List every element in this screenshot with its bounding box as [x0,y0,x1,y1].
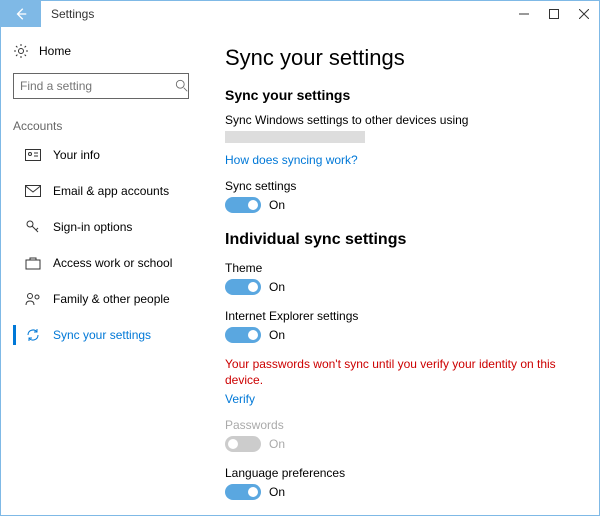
maximize-icon [549,9,559,19]
maximize-button[interactable] [539,1,569,27]
passwords-label: Passwords [225,418,575,432]
toggle-state: On [269,328,285,342]
sidebar-item-label: Sync your settings [53,328,151,342]
mail-icon [25,183,41,199]
key-icon [25,219,41,235]
sidebar-item-sync[interactable]: Sync your settings [1,317,201,353]
settings-window: Settings Home Accounts Your info [0,0,600,516]
sidebar-item-label: Access work or school [53,256,172,270]
section-heading: Sync your settings [225,87,575,103]
people-icon [25,291,41,307]
home-button[interactable]: Home [1,37,201,65]
gear-icon [13,43,29,59]
sidebar-item-your-info[interactable]: Your info [1,137,201,173]
sync-settings-toggle[interactable] [225,197,261,213]
category-label: Accounts [1,107,201,137]
search-icon [175,78,189,94]
sidebar-item-label: Your info [53,148,100,162]
sidebar-item-label: Family & other people [53,292,170,306]
arrow-left-icon [14,7,28,21]
language-label: Language preferences [225,466,575,480]
toggle-state: On [269,485,285,499]
titlebar: Settings [1,1,599,27]
toggle-state: On [269,280,285,294]
theme-toggle[interactable] [225,279,261,295]
toggle-state: On [269,437,285,451]
sidebar-item-family[interactable]: Family & other people [1,281,201,317]
help-link[interactable]: How does syncing work? [225,153,358,167]
close-button[interactable] [569,1,599,27]
passwords-toggle [225,436,261,452]
verify-link[interactable]: Verify [225,392,255,406]
language-toggle[interactable] [225,484,261,500]
sidebar-item-signin[interactable]: Sign-in options [1,209,201,245]
sidebar-item-work[interactable]: Access work or school [1,245,201,281]
theme-label: Theme [225,261,575,275]
individual-heading: Individual sync settings [225,231,575,249]
briefcase-icon [25,255,41,271]
toggle-state: On [269,198,285,212]
sidebar-item-label: Email & app accounts [53,184,169,198]
sidebar: Home Accounts Your info Email & app acco… [1,27,201,515]
ie-toggle[interactable] [225,327,261,343]
id-card-icon [25,147,41,163]
window-title: Settings [41,7,94,21]
sidebar-item-label: Sign-in options [53,220,132,234]
ease-label: Ease of Access [225,514,575,515]
page-title: Sync your settings [225,45,575,71]
minimize-button[interactable] [509,1,539,27]
password-warning: Your passwords won't sync until you veri… [225,357,565,388]
account-redacted [225,131,365,143]
minimize-icon [519,9,529,19]
close-icon [579,9,589,19]
home-label: Home [39,44,71,58]
back-button[interactable] [1,1,41,27]
content-area: Home Accounts Your info Email & app acco… [1,27,599,515]
sidebar-item-email[interactable]: Email & app accounts [1,173,201,209]
sync-settings-label: Sync settings [225,179,575,193]
sync-icon [25,327,41,343]
search-input[interactable] [13,73,189,99]
sync-description: Sync Windows settings to other devices u… [225,113,575,127]
ie-label: Internet Explorer settings [225,309,575,323]
main-panel: Sync your settings Sync your settings Sy… [201,27,599,515]
